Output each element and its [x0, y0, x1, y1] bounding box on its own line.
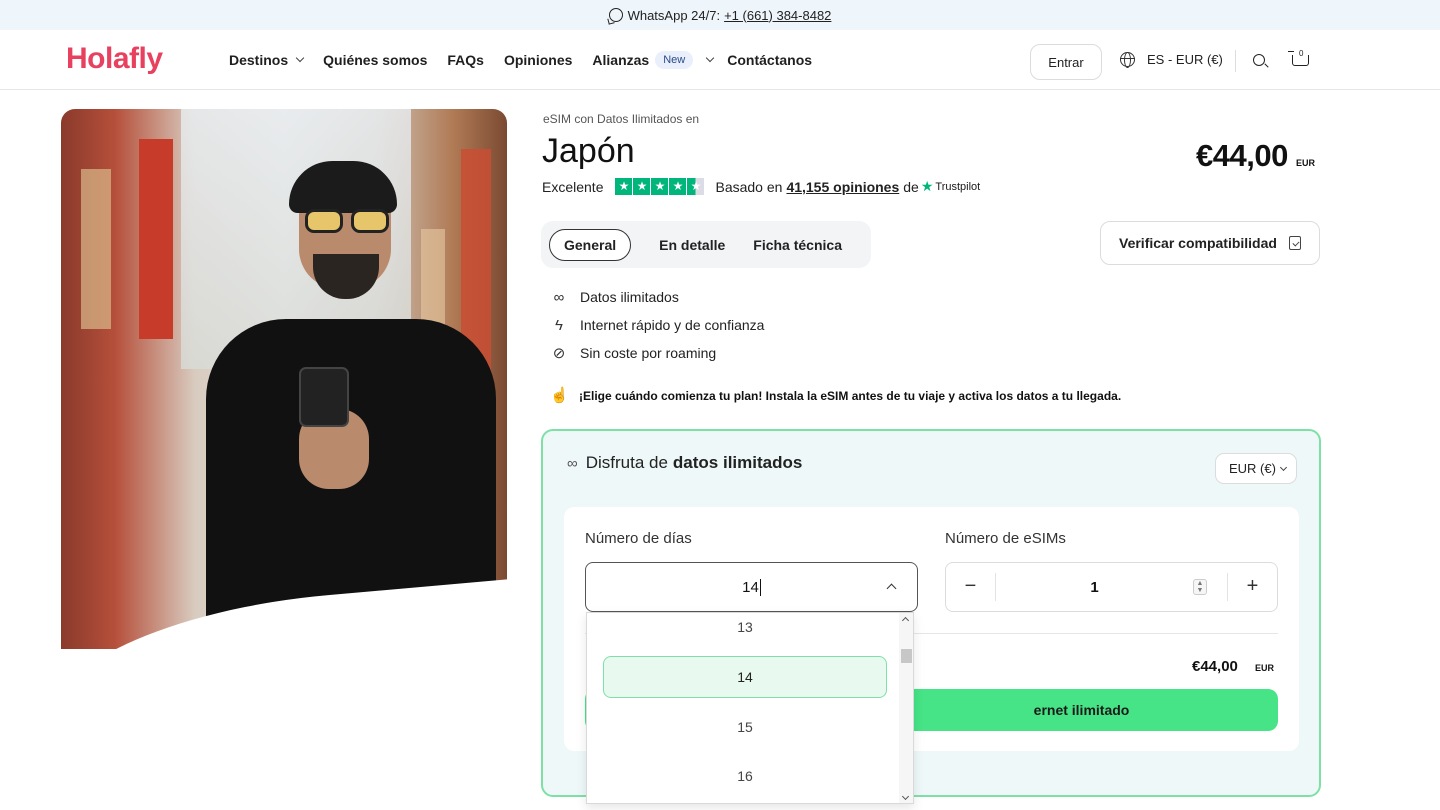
activation-notice: ☝ ¡Elige cuándo comienza tu plan! Instal… — [550, 387, 1121, 405]
total-price: €44,00 — [1192, 658, 1238, 675]
reviews-count-link[interactable]: 41,155 opiniones — [786, 179, 899, 195]
verify-compatibility-label: Verificar compatibilidad — [1119, 235, 1277, 251]
decrement-button[interactable]: − — [946, 573, 996, 601]
feature-list: ∞ Datos ilimitados ϟ Internet rápido y d… — [550, 283, 765, 367]
tap-hand-icon: ☝ — [550, 387, 569, 404]
days-option[interactable]: 16 — [587, 755, 903, 797]
holafly-logo[interactable]: Holafly — [66, 42, 163, 76]
star-icon: ★ — [633, 178, 651, 195]
star-icon: ★ — [651, 178, 669, 195]
nav-quienes-somos-label: Quiénes somos — [323, 52, 428, 68]
nav-destinos-label: Destinos — [229, 52, 289, 68]
trustpilot-star-icon: ★ — [920, 178, 934, 194]
login-button[interactable]: Entrar — [1030, 44, 1102, 80]
search-icon[interactable] — [1253, 54, 1265, 66]
main-nav: Destinos Quiénes somos FAQs Opiniones Al… — [229, 30, 832, 90]
site-header: Holafly Destinos Quiénes somos FAQs Opin… — [0, 30, 1440, 90]
nav-opiniones-label: Opiniones — [503, 52, 573, 68]
language-selector[interactable]: ES - EUR (€) — [1120, 52, 1223, 68]
days-select[interactable]: 14 — [585, 562, 918, 612]
rating-stars: ★ ★ ★ ★ ★ — [615, 178, 705, 195]
days-option[interactable]: 15 — [587, 706, 903, 748]
nav-faqs[interactable]: FAQs — [447, 52, 484, 68]
tab-en-detalle[interactable]: En detalle — [645, 229, 739, 261]
plan-card-heading: ∞ Disfruta de datos ilimitados — [567, 453, 802, 473]
currency-select-value: EUR (€) — [1229, 461, 1276, 476]
nav-alianzas[interactable]: Alianzas New — [592, 51, 727, 69]
trustpilot-logo: Trustpilot — [935, 180, 981, 193]
tab-ficha-tecnica[interactable]: Ficha técnica — [739, 229, 856, 261]
nav-faqs-label: FAQs — [447, 52, 484, 68]
days-option-selected[interactable]: 14 — [603, 656, 887, 698]
increment-button[interactable]: + — [1227, 573, 1277, 601]
text-cursor — [759, 578, 761, 596]
buy-button-label: ernet ilimitado — [1033, 702, 1130, 718]
feature-label: Datos ilimitados — [580, 289, 679, 305]
header-divider — [1235, 50, 1236, 72]
whatsapp-label: WhatsApp 24/7: — [627, 7, 721, 23]
cart-count: 0 — [1299, 49, 1304, 58]
globe-icon — [1120, 52, 1135, 68]
chevron-down-icon — [1279, 463, 1287, 471]
product-price-currency: EUR — [1296, 158, 1316, 168]
whatsapp-bar: WhatsApp 24/7: +1 (661) 384-8482 — [0, 0, 1440, 30]
nav-alianzas-label: Alianzas — [592, 52, 650, 68]
currency-select[interactable]: EUR (€) — [1215, 453, 1297, 484]
half-star-icon: ★ — [687, 178, 705, 195]
plan-card-heading-prefix: Disfruta de — [585, 453, 668, 472]
chevron-down-icon — [706, 53, 715, 63]
product-tabs: General En detalle Ficha técnica — [541, 221, 871, 268]
nav-contactanos-label: Contáctanos — [727, 52, 813, 68]
days-select-value: 14 — [742, 578, 759, 596]
page-title: Japón — [542, 132, 635, 170]
days-label: Número de días — [585, 530, 692, 547]
days-option[interactable]: 13 — [587, 613, 903, 648]
rating-summary: Excelente ★ ★ ★ ★ ★ Basado en 41,155 opi… — [542, 178, 980, 195]
dropdown-scrollbar[interactable] — [899, 613, 913, 803]
tab-general[interactable]: General — [549, 228, 632, 261]
scroll-up-icon[interactable] — [901, 616, 910, 625]
feature-label: Internet rápido y de confianza — [580, 317, 765, 333]
whatsapp-icon — [608, 8, 623, 22]
plan-card-heading-bold: datos ilimitados — [672, 453, 803, 472]
esims-stepper: − 1 ▲ ▼ + — [945, 562, 1278, 612]
chevron-up-icon — [886, 583, 897, 594]
feature-item: ∞ Datos ilimitados — [550, 283, 764, 311]
activation-notice-text: ¡Elige cuándo comienza tu plan! Instala … — [579, 389, 1122, 403]
scrollbar-thumb[interactable] — [901, 649, 912, 663]
rating-label: Excelente — [542, 178, 604, 195]
nav-destinos[interactable]: Destinos — [229, 52, 305, 68]
total-price-currency: EUR — [1255, 663, 1275, 673]
feature-item: ⊘ Sin coste por roaming — [550, 339, 764, 367]
feature-item: ϟ Internet rápido y de confianza — [550, 311, 764, 339]
feature-label: Sin coste por roaming — [580, 345, 717, 361]
star-icon: ★ — [615, 178, 633, 195]
spinner-icon[interactable]: ▲ ▼ — [1193, 579, 1207, 595]
chevron-down-icon — [295, 53, 305, 63]
esims-value[interactable]: 1 — [996, 579, 1193, 596]
whatsapp-phone-link[interactable]: +1 (661) 384-8482 — [724, 8, 831, 23]
scroll-down-icon[interactable] — [901, 792, 910, 801]
verify-compatibility-button[interactable]: Verificar compatibilidad — [1100, 221, 1320, 265]
star-icon: ★ — [669, 178, 687, 195]
infinity-icon: ∞ — [553, 288, 565, 306]
no-roaming-icon: ⊘ — [552, 345, 566, 362]
hero-photo — [61, 109, 507, 649]
document-check-icon — [1288, 236, 1301, 250]
language-label: ES - EUR (€) — [1147, 52, 1223, 67]
rating-based-on: Basado en — [715, 178, 783, 195]
infinity-icon: ∞ — [567, 454, 578, 472]
product-eyebrow: eSIM con Datos Ilimitados en — [543, 112, 700, 126]
nav-quienes-somos[interactable]: Quiénes somos — [323, 52, 427, 68]
lightning-icon: ϟ — [555, 316, 563, 334]
rating-de: de — [903, 178, 919, 195]
nav-contactanos[interactable]: Contáctanos — [727, 52, 812, 68]
product-price: €44,00 — [1196, 138, 1288, 173]
new-badge: New — [655, 51, 694, 69]
esims-label: Número de eSIMs — [945, 530, 1066, 547]
days-dropdown-list: 13 14 15 16 — [586, 612, 914, 804]
nav-opiniones[interactable]: Opiniones — [504, 52, 572, 68]
